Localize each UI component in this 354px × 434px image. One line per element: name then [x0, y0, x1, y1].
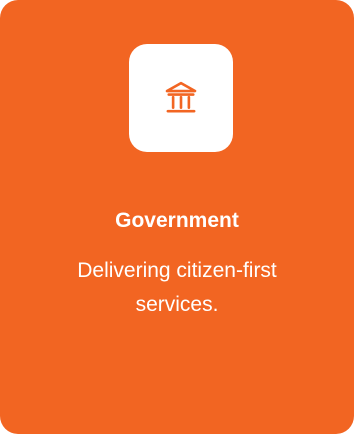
card-title: Government — [115, 209, 239, 232]
icon-tile — [129, 44, 233, 152]
card-description: Delivering citizen-first services. — [77, 259, 277, 316]
government-building-icon — [160, 77, 202, 119]
industry-card[interactable]: Government Delivering citizen-first serv… — [0, 0, 354, 434]
